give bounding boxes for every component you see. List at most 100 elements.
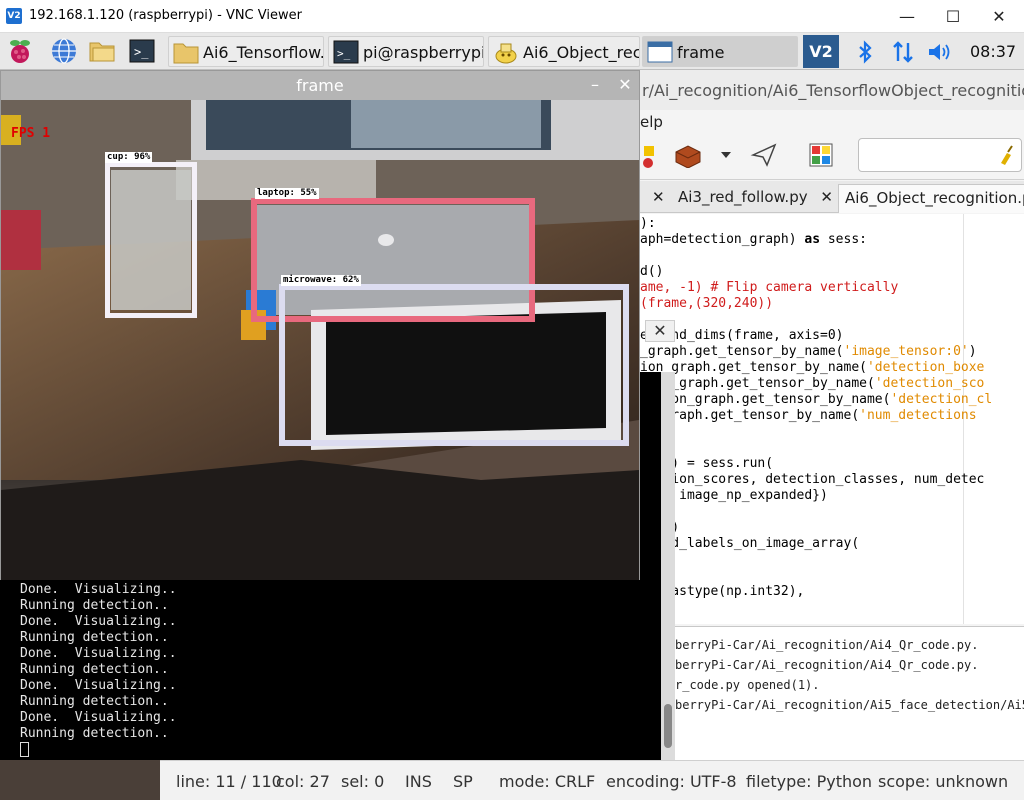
vnc-window-title: 192.168.1.120 (raspberrypi) - VNC Viewer bbox=[29, 8, 302, 23]
terminal-scrollbar[interactable] bbox=[661, 372, 675, 760]
camera-feed: FPS 1 cup: 96% laptop: 55% microwave: 62… bbox=[1, 100, 639, 580]
desktop-background bbox=[0, 760, 160, 800]
task-geany[interactable]: Ai6_Object_rec... bbox=[488, 36, 640, 67]
execute-icon[interactable] bbox=[750, 142, 778, 168]
frame-window: frame – ✕ FPS 1 cup: 96% laptop: 55% mic… bbox=[0, 70, 640, 580]
task-frame[interactable]: frame bbox=[642, 36, 798, 67]
code-line: (frame,(320,240)) bbox=[640, 296, 773, 312]
fps-counter: FPS 1 bbox=[11, 126, 51, 141]
detection-label: laptop: 55% bbox=[255, 188, 319, 199]
bluetooth-icon[interactable] bbox=[852, 39, 878, 65]
frame-close-button[interactable]: ✕ bbox=[615, 75, 635, 95]
chevron-down-icon[interactable] bbox=[720, 150, 732, 160]
terminal-line: Running detection.. bbox=[20, 694, 169, 709]
code-token: ) bbox=[968, 344, 977, 359]
message-line: r_code.py opened(1). bbox=[675, 678, 820, 692]
code-token: tion_graph.get_tensor_by_name( bbox=[640, 376, 875, 391]
volume-icon[interactable] bbox=[926, 39, 952, 65]
terminal-line: Done. Visualizing.. bbox=[20, 614, 177, 629]
code-token: 'num_detections bbox=[859, 408, 977, 423]
tab-label: Ai3_red_follow.py bbox=[678, 188, 808, 206]
frame-minimize-button[interactable]: – bbox=[585, 75, 605, 95]
code-token: tection_scores, detection_classes, num_d… bbox=[640, 472, 985, 487]
terminal-close-button[interactable]: ✕ bbox=[645, 320, 675, 342]
network-transfer-icon[interactable] bbox=[890, 39, 916, 65]
message-line: berryPi-Car/Ai_recognition/Ai4_Qr_code.p… bbox=[675, 638, 979, 652]
terminal-output: Done. Visualizing.. Running detection.. … bbox=[20, 582, 177, 742]
task-label: frame bbox=[677, 43, 725, 62]
status-filetype: filetype: Python bbox=[746, 772, 873, 791]
geany-editor-window: r/Ai_recognition/Ai6_TensorflowObject_re… bbox=[640, 70, 1024, 760]
terminal-icon[interactable]: >_ bbox=[128, 37, 156, 65]
code-line: ): bbox=[640, 216, 656, 232]
detection-label: cup: 96% bbox=[105, 152, 153, 163]
code-line: ame, -1) # Flip camera vertically bbox=[640, 280, 898, 296]
tab-close-icon[interactable]: ✕ bbox=[820, 188, 833, 206]
pi-taskbar: >_ Ai6_Tensorflow... >_ pi@raspberrypi..… bbox=[0, 33, 1024, 70]
geany-toolbar bbox=[640, 136, 1024, 180]
minimize-button[interactable]: — bbox=[884, 0, 930, 33]
code-token: aph=detection_graph) bbox=[640, 232, 805, 247]
code-token: _graph.get_tensor_by_name( bbox=[640, 344, 844, 359]
color-chooser-icon[interactable] bbox=[808, 142, 834, 168]
code-line: tion_graph.get_tensor_by_name('detection… bbox=[640, 376, 984, 392]
message-line: berryPi-Car/Ai_recognition/Ai5_face_dete… bbox=[675, 698, 1024, 712]
code-line: on_graph.get_tensor_by_name('num_detecti… bbox=[640, 408, 977, 424]
terminal-line: Running detection.. bbox=[20, 630, 169, 645]
detection-box-cup bbox=[105, 162, 197, 318]
scrollbar-thumb[interactable] bbox=[664, 704, 672, 748]
tab-label: Ai6_Object_recognition.py bbox=[845, 189, 1024, 207]
tab-ai6-object-recognition[interactable]: Ai6_Object_recognition.py bbox=[838, 184, 1024, 213]
code-token: 'detection_boxe bbox=[866, 360, 985, 375]
web-browser-icon[interactable] bbox=[50, 37, 78, 65]
status-mode: mode: CRLF bbox=[499, 772, 596, 791]
maximize-button[interactable]: ☐ bbox=[930, 0, 976, 33]
vnc-tray-icon[interactable]: V2 bbox=[803, 35, 839, 68]
code-token: d() bbox=[640, 264, 664, 279]
code-token: ection_graph.get_tensor_by_name( bbox=[640, 392, 891, 407]
code-token: sess: bbox=[820, 232, 867, 247]
menu-help[interactable]: elp bbox=[640, 110, 1024, 136]
terminal-line: Done. Visualizing.. bbox=[20, 678, 177, 693]
terminal-line: Running detection.. bbox=[20, 598, 169, 613]
svg-text:>_: >_ bbox=[134, 45, 149, 59]
code-token: as bbox=[804, 232, 821, 247]
terminal-icon: >_ bbox=[333, 40, 359, 64]
code-line: ion_graph.get_tensor_by_name('detection_… bbox=[640, 360, 984, 376]
build-icon[interactable] bbox=[672, 142, 704, 168]
code-line: d() bbox=[640, 264, 663, 280]
vnc-logo-icon: V2 bbox=[6, 8, 22, 24]
terminal-line: Running detection.. bbox=[20, 726, 169, 741]
file-manager-icon[interactable] bbox=[88, 37, 116, 65]
clear-icon[interactable] bbox=[997, 145, 1015, 165]
vnc-title-bar: V2 192.168.1.120 (raspberrypi) - VNC Vie… bbox=[0, 0, 1024, 33]
code-token: (frame,(320,240)) bbox=[640, 296, 774, 311]
raspberry-menu-icon[interactable] bbox=[6, 37, 34, 65]
detection-label: microwave: 62% bbox=[281, 275, 361, 286]
compile-icon[interactable] bbox=[640, 144, 658, 170]
frame-title-bar[interactable]: frame – ✕ bbox=[1, 71, 639, 100]
tab-ai3-red-follow[interactable]: Ai3_red_follow.py ✕ bbox=[672, 184, 839, 213]
terminal-line: Done. Visualizing.. bbox=[20, 582, 177, 597]
status-encoding: encoding: UTF-8 bbox=[606, 772, 737, 791]
window-icon bbox=[647, 41, 673, 63]
search-input[interactable] bbox=[858, 138, 1022, 172]
editor-tabs: ✕ Ai3_red_follow.py ✕ Ai6_Object_recogni… bbox=[640, 181, 1024, 213]
terminal-cursor bbox=[20, 742, 29, 757]
status-sel: sel: 0 bbox=[341, 772, 385, 791]
code-token: 'image_tensor:0' bbox=[843, 344, 969, 359]
task-label: pi@raspberrypi... bbox=[363, 43, 484, 62]
detection-box-microwave bbox=[279, 284, 629, 446]
code-token: ame, -1) # Flip camera vertically bbox=[640, 280, 899, 295]
code-line: aph=detection_graph) as sess: bbox=[640, 232, 867, 248]
task-terminal[interactable]: >_ pi@raspberrypi... bbox=[328, 36, 484, 67]
code-line: _graph.get_tensor_by_name('image_tensor:… bbox=[640, 344, 977, 360]
tab-close-icon[interactable]: ✕ bbox=[646, 184, 671, 213]
code-line: tection_scores, detection_classes, num_d… bbox=[640, 472, 984, 488]
task-file-manager[interactable]: Ai6_Tensorflow... bbox=[168, 36, 324, 67]
close-button[interactable]: ✕ bbox=[976, 0, 1022, 33]
terminal-line: Running detection.. bbox=[20, 662, 169, 677]
geany-icon bbox=[495, 43, 517, 64]
code-editor[interactable]: ): aph=detection_graph) as sess: d() ame, -… bbox=[640, 214, 1024, 624]
folder-icon bbox=[173, 43, 199, 64]
